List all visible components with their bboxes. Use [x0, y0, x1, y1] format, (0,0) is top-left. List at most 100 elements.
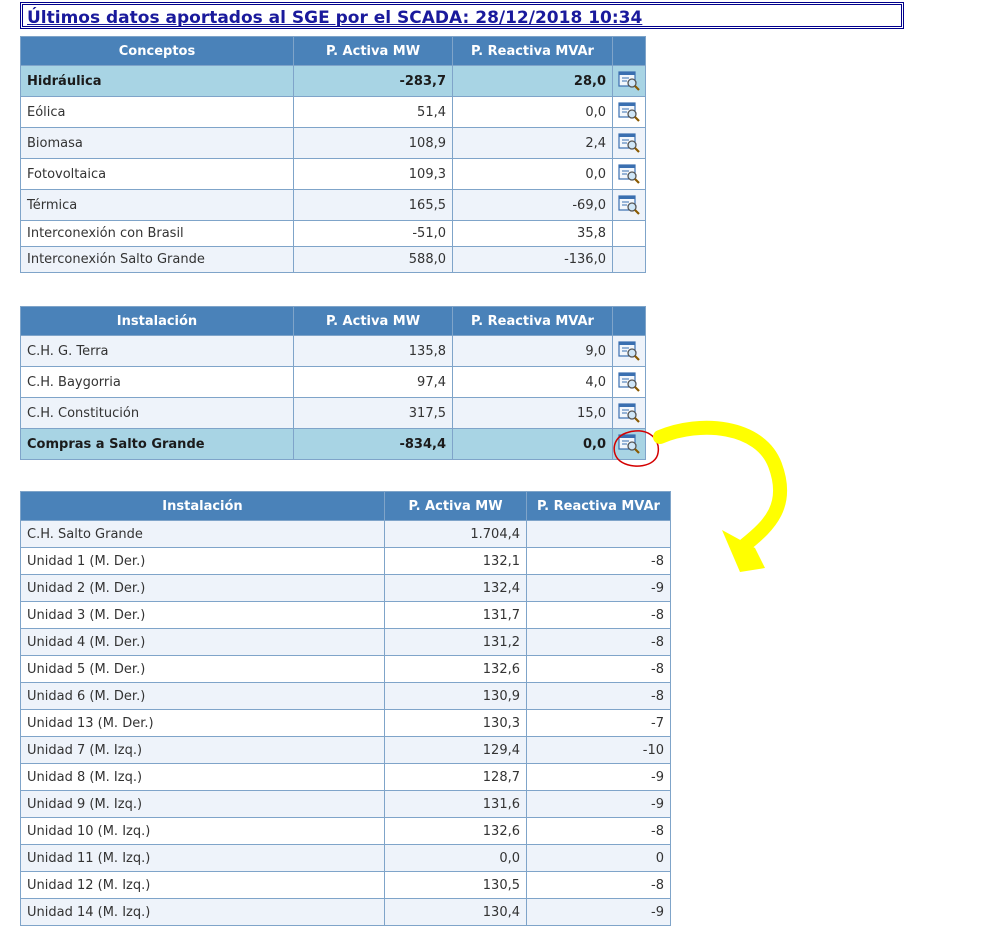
zoom-detail-icon[interactable] [618, 102, 640, 122]
zoom-detail-icon[interactable] [618, 195, 640, 215]
row-activa: -834,4 [293, 428, 453, 460]
table-row: Unidad 7 (M. Izq.) 129,4 -10 [20, 736, 671, 764]
row-reactiva: -8 [526, 628, 671, 656]
row-reactiva: 0,0 [452, 158, 613, 190]
zoom-detail-icon[interactable] [618, 164, 640, 184]
table-row: Interconexión Salto Grande 588,0 -136,0 [20, 246, 646, 273]
row-reactiva: -9 [526, 763, 671, 791]
row-detail-cell [612, 96, 646, 128]
zoom-detail-icon[interactable] [618, 434, 640, 454]
row-activa: 131,2 [384, 628, 527, 656]
col-header-reactiva: P. Reactiva MVAr [526, 491, 671, 521]
row-detail-cell [612, 366, 646, 398]
zoom-detail-icon[interactable] [618, 341, 640, 361]
row-activa: 135,8 [293, 335, 453, 367]
table-row: Unidad 14 (M. Izq.) 130,4 -9 [20, 898, 671, 926]
table-row: Unidad 11 (M. Izq.) 0,0 0 [20, 844, 671, 872]
salto-grande-table: Instalación P. Activa MW P. Reactiva MVA… [20, 491, 671, 926]
table-row: Unidad 9 (M. Izq.) 131,6 -9 [20, 790, 671, 818]
table-row: Unidad 10 (M. Izq.) 132,6 -8 [20, 817, 671, 845]
row-activa: 131,6 [384, 790, 527, 818]
row-activa: 129,4 [384, 736, 527, 764]
row-reactiva: 35,8 [452, 220, 613, 247]
col-header-reactiva: P. Reactiva MVAr [452, 36, 613, 66]
row-detail-cell [612, 65, 646, 97]
row-activa: -283,7 [293, 65, 453, 97]
col-header-reactiva: P. Reactiva MVAr [452, 306, 613, 336]
row-empty-cell [612, 246, 646, 273]
row-reactiva: -8 [526, 601, 671, 629]
row-name: Hidráulica [20, 65, 294, 97]
table-row: Unidad 12 (M. Izq.) 130,5 -8 [20, 871, 671, 899]
row-reactiva: -8 [526, 817, 671, 845]
row-reactiva: -8 [526, 655, 671, 683]
row-reactiva: -9 [526, 574, 671, 602]
table-row: C.H. Salto Grande 1.704,4 [20, 520, 671, 548]
row-activa: 97,4 [293, 366, 453, 398]
table-row: Fotovoltaica 109,3 0,0 [20, 158, 646, 190]
row-activa: 108,9 [293, 127, 453, 159]
row-activa: -51,0 [293, 220, 453, 247]
row-name: Unidad 3 (M. Der.) [20, 601, 385, 629]
table-row: C.H. G. Terra 135,8 9,0 [20, 335, 646, 367]
row-reactiva: -8 [526, 682, 671, 710]
row-detail-cell [612, 397, 646, 429]
table-row: Unidad 8 (M. Izq.) 128,7 -9 [20, 763, 671, 791]
row-name: Eólica [20, 96, 294, 128]
row-empty-cell [612, 220, 646, 247]
col-header-instalacion: Instalación [20, 306, 294, 336]
row-activa: 132,1 [384, 547, 527, 575]
row-name: Unidad 2 (M. Der.) [20, 574, 385, 602]
title-frame: Últimos datos aportados al SGE por el SC… [20, 2, 904, 29]
col-header-conceptos: Conceptos [20, 36, 294, 66]
instalacion-table: Instalación P. Activa MW P. Reactiva MVA… [20, 306, 646, 460]
row-detail-cell [612, 335, 646, 367]
row-reactiva: -8 [526, 871, 671, 899]
col-header-activa: P. Activa MW [293, 36, 453, 66]
zoom-detail-icon[interactable] [618, 403, 640, 423]
row-name: Unidad 5 (M. Der.) [20, 655, 385, 683]
row-name: Unidad 11 (M. Izq.) [20, 844, 385, 872]
row-activa: 588,0 [293, 246, 453, 273]
zoom-detail-icon[interactable] [618, 71, 640, 91]
row-name: Unidad 7 (M. Izq.) [20, 736, 385, 764]
row-reactiva: 0 [526, 844, 671, 872]
row-reactiva: 15,0 [452, 397, 613, 429]
row-reactiva: 2,4 [452, 127, 613, 159]
row-detail-cell [612, 189, 646, 221]
row-name: Unidad 9 (M. Izq.) [20, 790, 385, 818]
table-row: C.H. Baygorria 97,4 4,0 [20, 366, 646, 398]
row-reactiva [526, 520, 671, 548]
table-row: Unidad 3 (M. Der.) 131,7 -8 [20, 601, 671, 629]
row-name: Fotovoltaica [20, 158, 294, 190]
row-detail-cell [612, 428, 646, 460]
row-name: C.H. Salto Grande [20, 520, 385, 548]
row-name: Interconexión Salto Grande [20, 246, 294, 273]
table-row: Unidad 5 (M. Der.) 132,6 -8 [20, 655, 671, 683]
row-name: C.H. G. Terra [20, 335, 294, 367]
row-name: Unidad 12 (M. Izq.) [20, 871, 385, 899]
row-activa: 132,4 [384, 574, 527, 602]
table-row: Hidráulica -283,7 28,0 [20, 65, 646, 97]
col-header-icon [612, 306, 646, 336]
table-row: Unidad 1 (M. Der.) 132,1 -8 [20, 547, 671, 575]
row-name: Unidad 10 (M. Izq.) [20, 817, 385, 845]
row-name: Térmica [20, 189, 294, 221]
row-name: Unidad 8 (M. Izq.) [20, 763, 385, 791]
row-reactiva: 4,0 [452, 366, 613, 398]
row-reactiva: -69,0 [452, 189, 613, 221]
table-row: Unidad 2 (M. Der.) 132,4 -9 [20, 574, 671, 602]
col-header-activa: P. Activa MW [293, 306, 453, 336]
row-activa: 131,7 [384, 601, 527, 629]
row-reactiva: -136,0 [452, 246, 613, 273]
table-row: Térmica 165,5 -69,0 [20, 189, 646, 221]
row-activa: 165,5 [293, 189, 453, 221]
row-name: C.H. Constitución [20, 397, 294, 429]
row-name: Unidad 14 (M. Izq.) [20, 898, 385, 926]
row-activa: 130,9 [384, 682, 527, 710]
row-name: Biomasa [20, 127, 294, 159]
zoom-detail-icon[interactable] [618, 372, 640, 392]
zoom-detail-icon[interactable] [618, 133, 640, 153]
row-activa: 0,0 [384, 844, 527, 872]
table-row: C.H. Constitución 317,5 15,0 [20, 397, 646, 429]
